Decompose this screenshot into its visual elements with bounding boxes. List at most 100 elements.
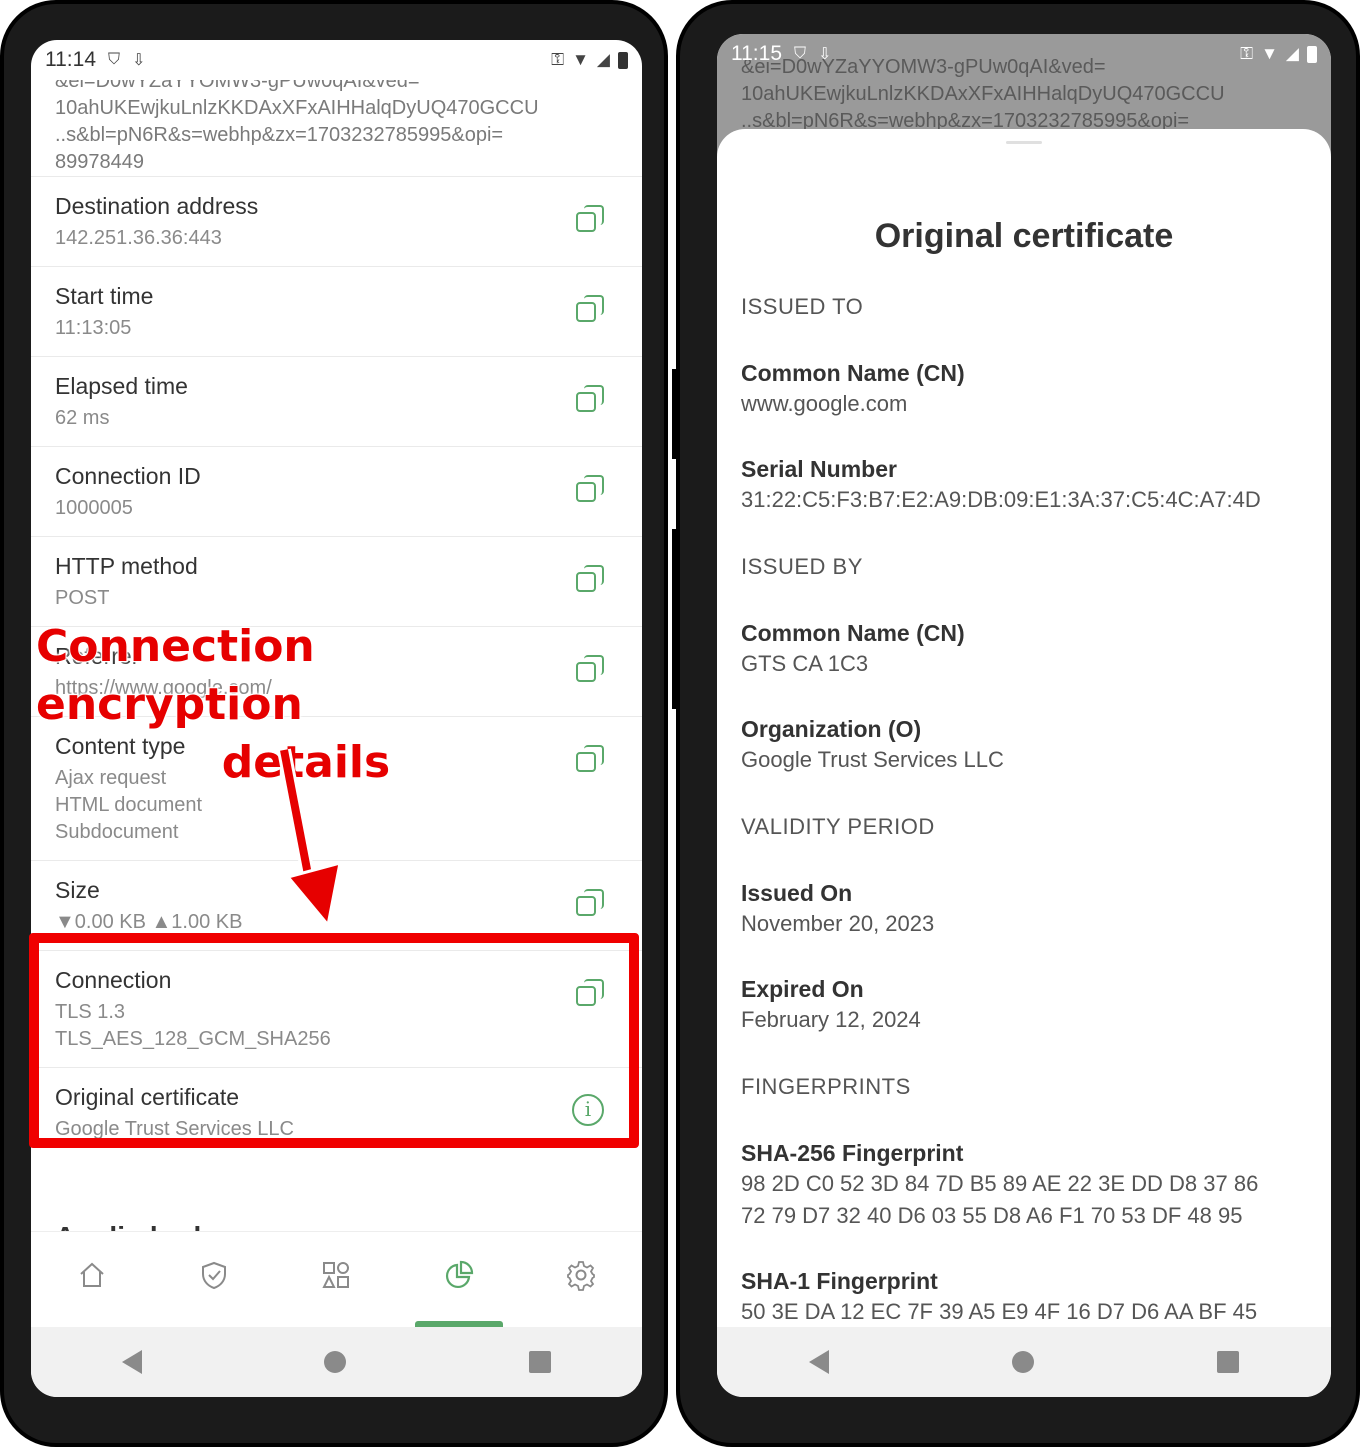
row-start-time: Start time 11:13:05 [31,266,642,356]
home-icon [80,1262,104,1287]
row-value: 1000005 [55,497,133,519]
section-fingerprints: FINGERPRINTS [741,1074,911,1099]
row-value: POST [55,587,110,609]
copy-icon[interactable] [576,295,604,323]
field-value: GTS CA 1C3 [741,651,869,676]
home-circle-icon[interactable] [1011,1351,1034,1373]
row-title: Destination address [55,193,259,219]
sheet-drag-handle[interactable] [1006,141,1042,144]
shield-check-icon [202,1261,227,1289]
row-value: 11:13:05 [55,317,132,339]
section-issued-to: ISSUED TO [741,294,864,319]
field-value: 31:22:C5:F3:B7:E2:A9:DB:09:E1:3A:37:C5:4… [741,487,1261,512]
url-line: 10ahUKEwjkuLnlzKKDAxXFxAIHHalqDyUQ470GCC… [741,83,1225,105]
vpn-key-icon: ⚿ [1240,44,1254,63]
volume-button [672,369,678,459]
bottom-navigation [31,1231,642,1327]
statistics-icon [445,1260,473,1288]
field-sha1: SHA-1 Fingerprint 50 3E DA 12 EC 7F 39 A… [717,1266,1331,1327]
field-label: SHA-256 Fingerprint [741,1140,964,1166]
status-time: 11:15 [731,42,782,65]
nav-statistics[interactable] [414,1245,503,1327]
back-icon[interactable] [808,1350,829,1374]
field-label: Common Name (CN) [741,620,965,646]
field-label: Serial Number [741,456,897,482]
certificate-screen: &ei=D0wYZaYYOMW3-gPUw0qAI&ved= 10ahUKEwj… [717,34,1331,1397]
copy-icon[interactable] [576,475,604,503]
copy-icon[interactable] [576,565,604,593]
shield-status-icon: ⛉ [794,45,807,62]
field-sha256: SHA-256 Fingerprint 98 2D C0 52 3D 84 7D… [717,1138,1331,1232]
field-value: November 20, 2023 [741,911,935,936]
phone-frame-right: &ei=D0wYZaYYOMW3-gPUw0qAI&ved= 10ahUKEwj… [672,0,1360,1447]
field-serial-number: Serial Number 31:22:C5:F3:B7:E2:A9:DB:09… [717,454,1331,516]
url-line: 89978449 [55,151,144,173]
battery-icon [618,51,628,69]
row-connection-id: Connection ID 1000005 [31,446,642,536]
row-elapsed-time: Elapsed time 62 ms [31,356,642,446]
field-label: Expired On [741,976,864,1002]
field-expired-on: Expired On February 12, 2024 [717,974,1331,1036]
field-organization: Organization (O) Google Trust Services L… [717,714,1331,776]
copy-icon[interactable] [576,889,604,917]
copy-icon[interactable] [576,205,604,233]
status-bar: 11:15 ⛉ ⇩ ⚿ ▼ ◢ [717,34,1331,74]
system-navigation-bar [717,1327,1331,1397]
certificate-bottom-sheet[interactable]: Original certificate ISSUED TO Common Na… [717,129,1331,1327]
field-issued-to-cn: Common Name (CN) www.google.com [717,358,1331,420]
power-button [672,529,678,709]
annotation-line: Connection encryption [35,620,316,731]
field-label: Issued On [741,880,853,906]
row-value: 62 ms [55,407,110,429]
field-label: Organization (O) [741,716,922,742]
recent-apps-icon[interactable] [1217,1351,1240,1373]
wifi-icon: ▼ [1261,44,1278,63]
signal-icon: ◢ [596,50,610,69]
field-issued-by-cn: Common Name (CN) GTS CA 1C3 [717,618,1331,680]
status-time: 11:14 [45,48,96,71]
battery-icon [1307,45,1317,63]
row-http-method: HTTP method POST [31,536,642,626]
highlight-box [29,933,639,1148]
url-line: 10ahUKEwjkuLnlzKKDAxXFxAIHHalqDyUQ470GCC… [55,97,539,119]
applied-rules-heading: Applied rules [31,1157,642,1231]
field-value: 50 3E DA 12 EC 7F 39 A5 E9 4F 16 D7 D6 A… [741,1299,1258,1324]
back-icon[interactable] [122,1350,143,1374]
field-issued-on: Issued On November 20, 2023 [717,878,1331,940]
row-title: Connection ID [55,463,201,489]
nav-settings[interactable] [551,1245,611,1305]
system-navigation-bar [31,1327,642,1397]
field-value: 72 79 D7 32 40 D6 03 55 D8 A6 F1 70 53 D… [741,1203,1243,1228]
row-title: Start time [55,283,154,309]
nav-activity[interactable] [306,1245,366,1305]
settings-icon [566,1260,595,1291]
home-circle-icon[interactable] [324,1351,347,1373]
active-tab-indicator [414,1320,503,1327]
field-value: 98 2D C0 52 3D 84 7D B5 89 AE 22 3E DD D… [741,1171,1259,1196]
wifi-icon: ▼ [572,50,589,69]
row-title: Elapsed time [55,373,188,399]
nav-protection[interactable] [184,1245,244,1305]
field-label: SHA-1 Fingerprint [741,1268,938,1294]
copy-icon[interactable] [576,745,604,773]
copy-icon[interactable] [576,385,604,413]
download-status-icon: ⇩ [132,52,146,69]
url-line: ..s&bl=pN6R&s=webhp&zx=1703232785995&opi… [55,124,504,146]
row-value: 142.251.36.36:443 [55,227,222,249]
arrow-icon [277,748,342,929]
copy-icon[interactable] [576,655,604,683]
url-line: &ei=D0wYZaYYOMW3-gPUw0qAI&ved= [55,80,420,92]
field-value: www.google.com [741,391,908,416]
recent-apps-icon[interactable] [528,1351,551,1373]
apps-icon [322,1261,350,1288]
row-title: HTTP method [55,553,198,579]
url-value: &ei=D0wYZaYYOMW3-gPUw0qAI&ved= 10ahUKEwj… [31,80,642,176]
row-destination-address: Destination address 142.251.36.36:443 [31,176,642,266]
section-validity: VALIDITY PERIOD [741,814,935,839]
signal-icon: ◢ [1285,44,1299,63]
status-bar: 11:14 ⛉ ⇩ ⚿ ▼ ◢ [31,40,642,80]
download-status-icon: ⇩ [818,46,832,63]
nav-home[interactable] [62,1245,122,1305]
shield-status-icon: ⛉ [108,51,121,68]
vpn-key-icon: ⚿ [551,50,565,69]
